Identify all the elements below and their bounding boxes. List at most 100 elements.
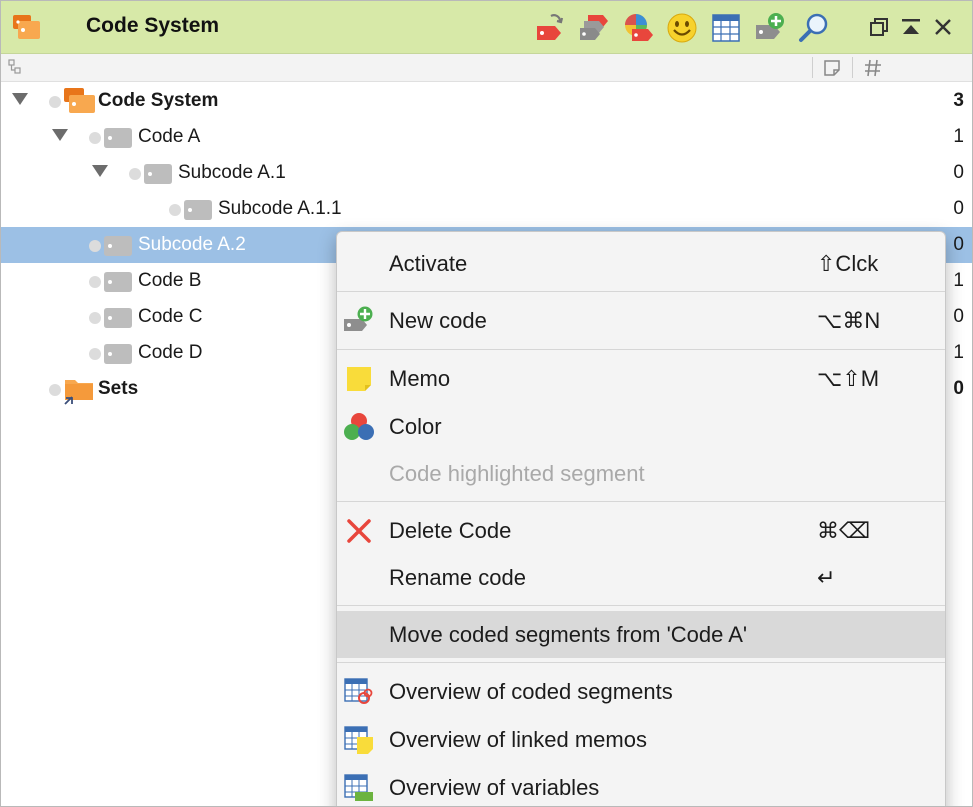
menu-shortcut: ⌘⌫: [817, 518, 871, 543]
tree-row-code-system[interactable]: Code System 3: [1, 83, 972, 119]
tree-label: Subcode A.1.1: [218, 198, 342, 219]
count-column-icon[interactable]: [863, 58, 883, 83]
sets-folder-icon: [62, 374, 96, 411]
status-dot: [49, 96, 61, 108]
context-menu: Activate ⇧Clck New code ⌥⌘N Memo ⌥⇧M Col…: [336, 231, 946, 806]
segment-count: 1: [953, 342, 964, 363]
status-dot: [89, 132, 101, 144]
segment-count: 0: [953, 234, 964, 255]
window-title: Code System: [86, 14, 220, 37]
menu-item-label: Color: [389, 414, 442, 439]
status-dot: [89, 240, 101, 252]
menu-shortcut: ⇧Clck: [817, 251, 879, 276]
menu-item-label: Memo: [389, 366, 451, 391]
tree-label: Sets: [98, 378, 139, 399]
segment-count: 0: [953, 162, 964, 183]
menu-item-move-coded-segments[interactable]: Move coded segments from 'Code A': [337, 611, 945, 658]
overview-memos-icon: [343, 725, 375, 755]
tree-label: Code C: [138, 306, 203, 327]
tree-icon[interactable]: [8, 59, 24, 80]
status-dot: [89, 312, 101, 324]
menu-separator: [337, 662, 945, 663]
tag-arrow-icon[interactable]: [533, 12, 565, 44]
menu-shortcut: ⌥⇧M: [817, 366, 880, 391]
segment-count: 0: [953, 378, 964, 399]
menu-shortcut: ↵: [817, 565, 836, 590]
column-header-row: [1, 54, 972, 82]
menu-item-label: Rename code: [389, 565, 526, 590]
code-tag-icon: [104, 128, 136, 148]
menu-item-color[interactable]: Color: [337, 403, 945, 450]
status-dot: [89, 348, 101, 360]
detach-icon[interactable]: [867, 15, 891, 39]
menu-item-new-code[interactable]: New code ⌥⌘N: [337, 297, 945, 344]
memo-column-icon[interactable]: [822, 58, 842, 83]
column-divider: [812, 57, 813, 78]
menu-item-label: New code: [389, 308, 487, 333]
menu-item-label: Delete Code: [389, 518, 512, 543]
overview-variables-icon: [343, 773, 375, 803]
collapse-triangle-icon[interactable]: [12, 93, 28, 105]
status-dot: [89, 276, 101, 288]
menu-item-overview-coded-segments[interactable]: Overview of coded segments: [337, 668, 945, 715]
status-dot: [169, 204, 181, 216]
segment-count: 0: [953, 198, 964, 219]
new-code-icon: [343, 306, 375, 336]
code-tag-icon: [144, 164, 176, 184]
tag-color-icon[interactable]: [622, 12, 654, 44]
code-system-window: Code System Code System 3 Code A 1 Subco…: [0, 0, 973, 807]
code-tag-icon: [104, 236, 136, 256]
memo-icon: [343, 364, 375, 394]
menu-item-code-highlighted-segment[interactable]: Code highlighted segment: [337, 450, 945, 497]
code-system-icon: [63, 86, 97, 121]
smiley-icon[interactable]: [666, 12, 698, 44]
menu-item-label: Overview of variables: [389, 775, 600, 800]
menu-item-memo[interactable]: Memo ⌥⇧M: [337, 355, 945, 402]
menu-separator: [337, 501, 945, 502]
code-tag-icon: [104, 344, 136, 364]
status-dot: [129, 168, 141, 180]
maximize-icon[interactable]: [899, 15, 923, 39]
tree-label: Code A: [138, 126, 201, 147]
segment-count: 1: [953, 126, 964, 147]
code-tag-icon: [104, 272, 136, 292]
tree-label: Subcode A.1: [178, 162, 286, 183]
code-tag-icon: [104, 308, 136, 328]
menu-shortcut: ⌥⌘N: [817, 308, 881, 333]
collapse-triangle-icon[interactable]: [92, 165, 108, 177]
title-bar: Code System: [1, 1, 972, 54]
code-tag-icon: [184, 200, 216, 220]
segment-count: 3: [953, 90, 964, 111]
tag-group-icon[interactable]: [578, 12, 610, 44]
menu-item-activate[interactable]: Activate ⇧Clck: [337, 240, 945, 287]
segment-count: 1: [953, 270, 964, 291]
code-system-icon: [11, 13, 43, 43]
overview-segments-icon: [343, 677, 375, 707]
column-divider: [852, 57, 853, 78]
tree-label: Subcode A.2: [138, 234, 246, 255]
segment-count: 0: [953, 306, 964, 327]
menu-item-overview-variables[interactable]: Overview of variables: [337, 764, 945, 806]
collapse-triangle-icon[interactable]: [52, 129, 68, 141]
search-icon[interactable]: [798, 12, 830, 44]
tree-row-code-a[interactable]: Code A 1: [1, 119, 972, 155]
tree-row-subcode-a1[interactable]: Subcode A.1 0: [1, 155, 972, 191]
color-icon: [343, 412, 375, 442]
menu-item-label: Overview of coded segments: [389, 679, 673, 704]
new-tag-icon[interactable]: [754, 12, 786, 44]
menu-item-rename-code[interactable]: Rename code ↵: [337, 554, 945, 601]
close-icon[interactable]: [931, 15, 955, 39]
table-icon[interactable]: [710, 12, 742, 44]
menu-item-label: Overview of linked memos: [389, 727, 647, 752]
menu-item-delete-code[interactable]: Delete Code ⌘⌫: [337, 507, 945, 554]
menu-item-overview-linked-memos[interactable]: Overview of linked memos: [337, 716, 945, 763]
status-dot: [49, 384, 61, 396]
menu-separator: [337, 291, 945, 292]
menu-separator: [337, 349, 945, 350]
tree-label: Code B: [138, 270, 202, 291]
menu-item-label: Move coded segments from 'Code A': [389, 622, 748, 647]
menu-item-label: Activate: [389, 251, 468, 276]
tree-row-subcode-a11[interactable]: Subcode A.1.1 0: [1, 191, 972, 227]
tree-label: Code System: [98, 90, 219, 111]
menu-separator: [337, 605, 945, 606]
